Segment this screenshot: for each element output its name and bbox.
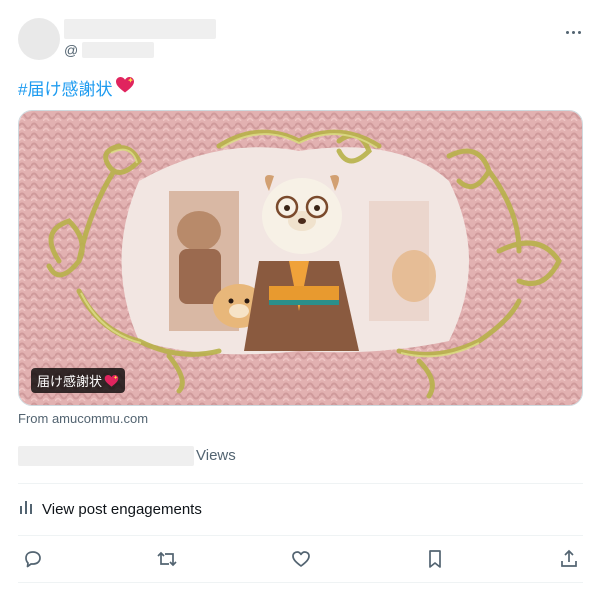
heart-icon[interactable] [288,546,314,572]
repost-icon[interactable] [154,546,180,572]
avatar[interactable] [18,18,60,60]
user-handle[interactable]: @ [64,42,155,58]
media-alt-badge: 届け感謝状 [31,368,126,393]
reply-icon[interactable] [20,546,46,572]
divider [18,483,583,484]
views-count-redacted [18,446,194,466]
divider [18,582,583,583]
media-tag-text: 届け感謝状 [37,374,103,389]
bar-chart-icon [18,498,42,520]
engagements-label: View post engagements [42,500,202,518]
sparkling-heart-icon [115,76,135,99]
more-icon[interactable] [563,22,583,42]
post-image[interactable]: 届け感謝状 [18,110,583,406]
handle-prefix: @ [64,42,79,58]
knitted-doll-image [19,111,582,405]
views-label: Views [196,447,236,464]
display-name-redacted[interactable] [64,19,216,39]
divider [18,535,583,536]
share-icon[interactable] [556,546,582,572]
sparkling-heart-icon [104,374,119,388]
link-source[interactable]: From amucommu.com [18,411,148,426]
bookmark-icon[interactable] [422,546,448,572]
handle-redacted [82,42,155,58]
hashtag-link[interactable]: #届け感謝状 [18,75,135,100]
view-engagements-link[interactable]: View post engagements [18,498,202,520]
hashtag-text: #届け感謝状 [18,80,113,99]
action-bar [18,546,583,572]
